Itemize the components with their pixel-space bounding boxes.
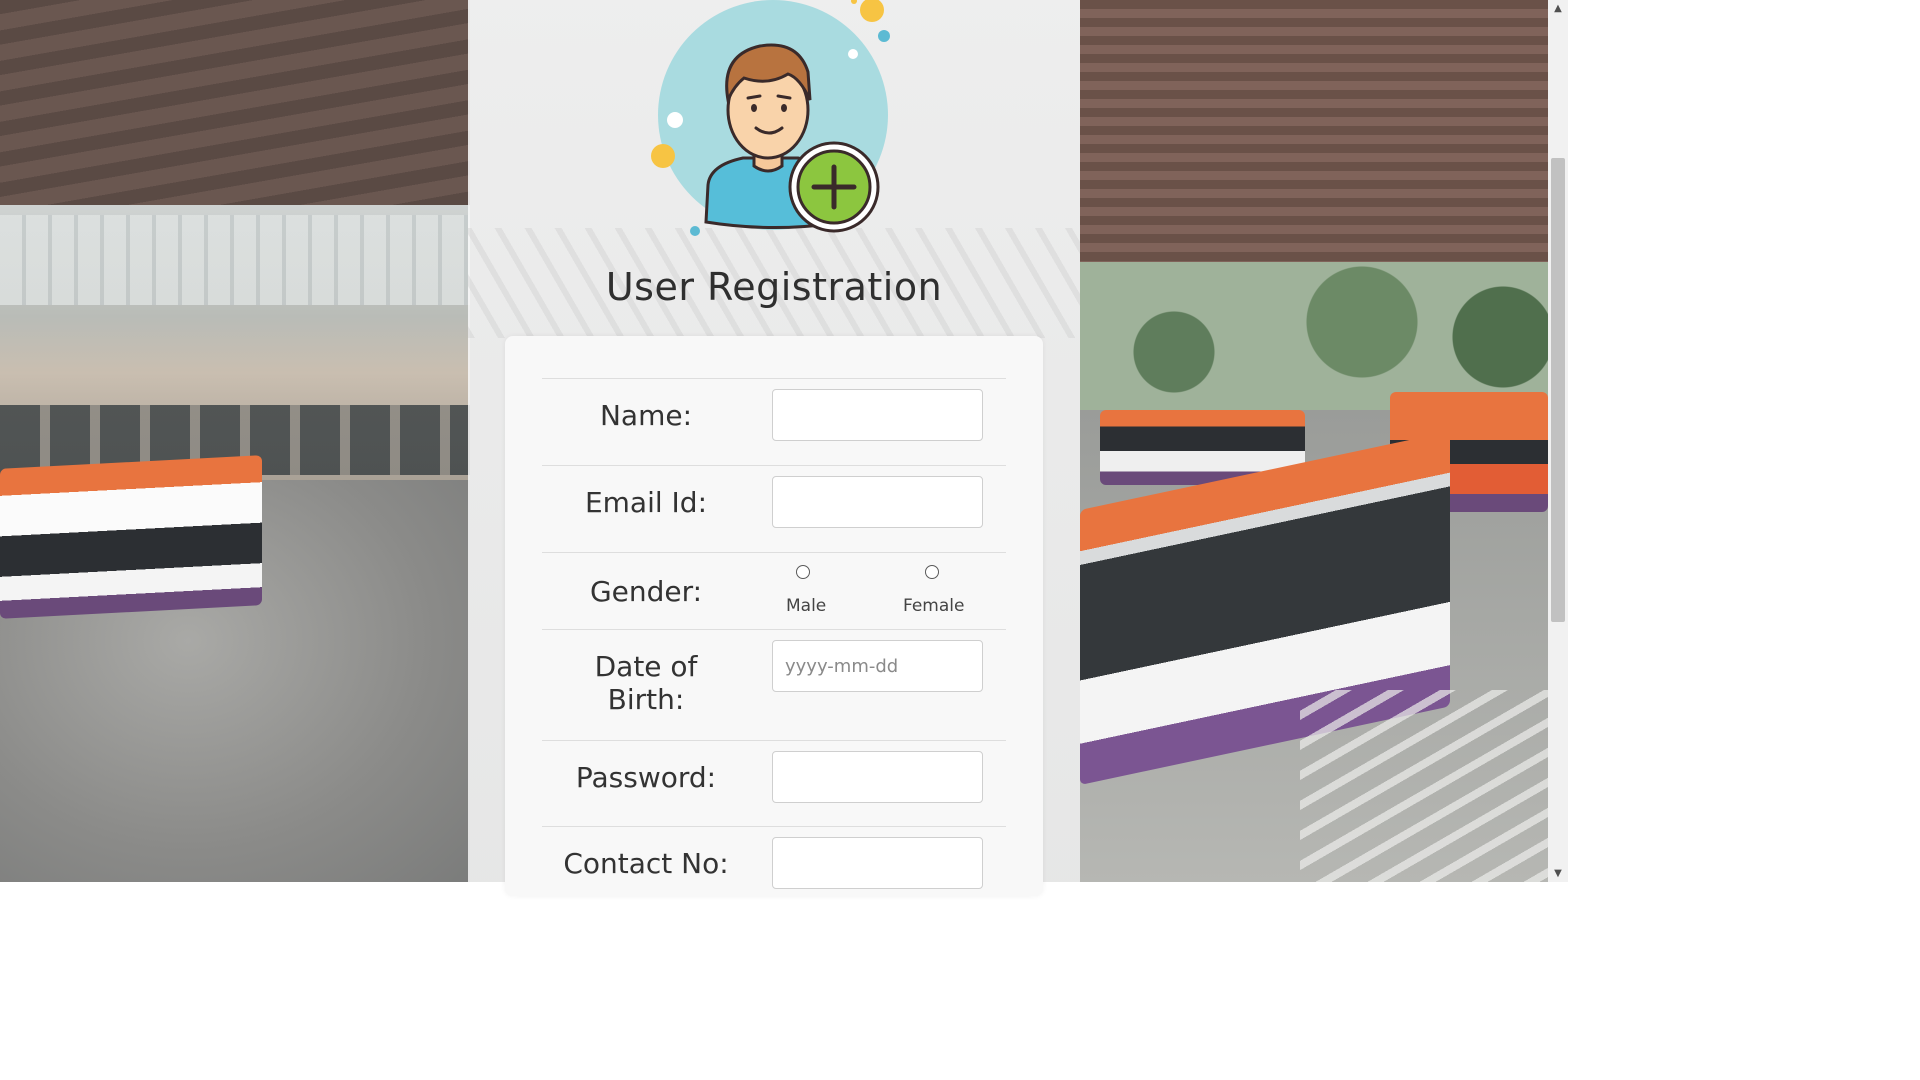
road-markings (1300, 690, 1548, 882)
email-input[interactable] (772, 476, 983, 528)
form-row-password: Password: (542, 740, 1006, 827)
contact-label: Contact No: (563, 847, 729, 880)
bus-left (0, 455, 262, 619)
building-facade (0, 215, 470, 305)
dob-label-line2: Birth: (607, 683, 685, 716)
page-scrollbar[interactable]: ▲ ▼ (1548, 0, 1568, 882)
user-add-avatar-icon (648, 0, 908, 240)
scroll-down-arrow-icon[interactable]: ▼ (1548, 865, 1568, 882)
canopy-ceiling-left (0, 0, 470, 225)
dob-label-line1: Date of (594, 650, 698, 683)
canopy-ceiling-right (1080, 0, 1548, 270)
name-input[interactable] (772, 389, 983, 441)
dob-input[interactable] (772, 640, 983, 692)
email-label: Email Id: (584, 486, 708, 519)
form-row-contact: Contact No: (542, 826, 1006, 913)
gender-male-radio[interactable] (796, 565, 810, 579)
form-row-dob: Date of Birth: (542, 629, 1006, 740)
palm-trees (1080, 262, 1548, 412)
gender-female-label[interactable]: Female (903, 596, 964, 616)
form-row-gender: Gender: Male Female (542, 552, 1006, 629)
page-title: User Registration (605, 265, 943, 309)
registration-form: Name: Email Id: Gender: Male Female Date… (505, 336, 1043, 896)
gender-female-radio[interactable] (925, 565, 939, 579)
form-row-name: Name: (542, 378, 1006, 465)
scrollbar-thumb[interactable] (1551, 158, 1565, 622)
password-input[interactable] (772, 751, 983, 803)
contact-input[interactable] (772, 837, 983, 889)
dob-label: Date of Birth: (542, 650, 750, 716)
password-label: Password: (575, 761, 717, 794)
gender-label: Gender: (589, 575, 703, 608)
gender-male-label[interactable]: Male (786, 596, 826, 616)
form-row-email: Email Id: (542, 465, 1006, 552)
name-label: Name: (599, 399, 693, 432)
scroll-up-arrow-icon[interactable]: ▲ (1548, 0, 1568, 17)
